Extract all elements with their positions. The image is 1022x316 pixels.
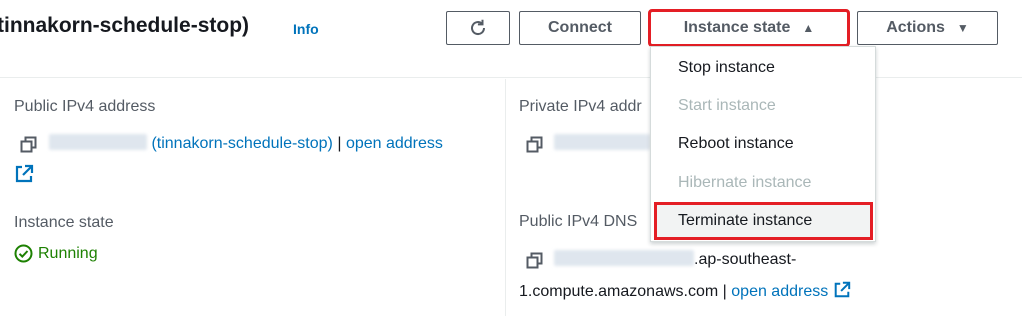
info-link[interactable]: Info xyxy=(293,21,319,37)
menu-item-hibernate-instance: Hibernate instance xyxy=(678,174,812,191)
public-ipv4-name[interactable]: (tinnakorn-schedule-stop) xyxy=(151,135,332,152)
copy-icon[interactable] xyxy=(526,136,544,154)
redacted-dns xyxy=(554,250,694,266)
public-ipv4-value: (tinnakorn-schedule-stop) | open address xyxy=(49,134,443,153)
private-ipv4-value xyxy=(554,134,650,153)
menu-item-stop-instance[interactable]: Stop instance xyxy=(651,49,875,87)
caret-down-icon: ▼ xyxy=(956,21,969,35)
public-ipv4-dns-line2: 1.compute.amazonaws.com | open address xyxy=(519,281,851,301)
redacted-ip xyxy=(49,134,147,150)
refresh-button[interactable] xyxy=(446,11,510,45)
instance-state-menu: Stop instance Start instance Reboot inst… xyxy=(650,46,876,242)
refresh-icon xyxy=(471,19,486,36)
separator: | xyxy=(337,135,342,152)
copy-icon[interactable] xyxy=(526,252,544,270)
connect-button[interactable]: Connect xyxy=(519,11,641,45)
column-divider xyxy=(505,79,506,316)
menu-item-start-instance: Start instance xyxy=(678,97,776,114)
actions-button-label: Actions xyxy=(886,19,945,36)
private-ipv4-label: Private IPv4 addr xyxy=(519,98,642,115)
caret-up-icon: ▲ xyxy=(802,21,815,35)
dns-domain: 1.compute.amazonaws.com xyxy=(519,283,719,300)
public-ipv4-label: Public IPv4 address xyxy=(14,98,156,115)
redacted-ip xyxy=(554,134,650,150)
instance-state-label: Instance state xyxy=(14,214,114,231)
status-badge: Running xyxy=(14,244,98,263)
copy-icon[interactable] xyxy=(20,136,38,154)
open-address-link[interactable]: open address xyxy=(346,135,443,152)
instance-state-button[interactable]: Instance state ▲ xyxy=(648,9,850,47)
public-ipv4-dns-label: Public IPv4 DNS xyxy=(519,213,638,230)
menu-item-terminate-instance[interactable]: Terminate instance xyxy=(654,202,873,240)
dns-suffix: .ap-southeast- xyxy=(694,251,797,268)
separator: | xyxy=(722,283,727,300)
actions-button[interactable]: Actions ▼ xyxy=(857,11,998,45)
external-link-icon[interactable] xyxy=(14,164,34,184)
open-address-link[interactable]: open address xyxy=(731,283,828,300)
external-link-icon[interactable] xyxy=(833,281,851,299)
public-ipv4-dns-value: .ap-southeast- xyxy=(554,250,796,269)
check-circle-icon xyxy=(14,244,33,263)
instance-state-value: Running xyxy=(38,244,98,262)
menu-item-reboot-instance[interactable]: Reboot instance xyxy=(651,125,875,163)
instance-state-button-label: Instance state xyxy=(683,19,791,36)
page-title: tinnakorn-schedule-stop) xyxy=(0,14,250,37)
